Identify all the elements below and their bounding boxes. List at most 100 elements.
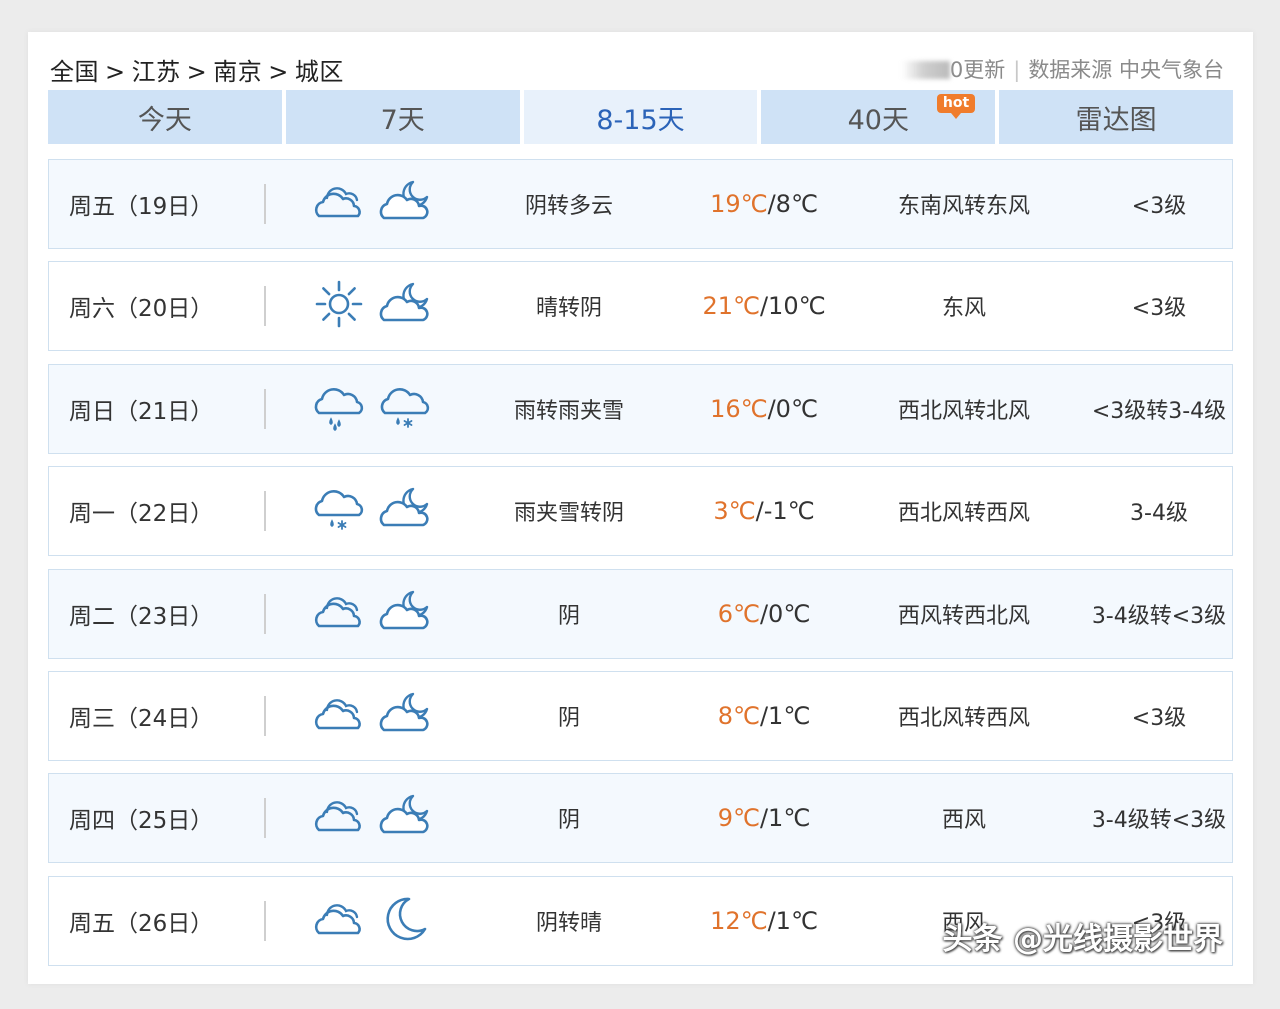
low-temp: 0℃ — [768, 599, 811, 628]
weather-description: 雨夹雪转阴 — [513, 501, 624, 527]
cloudy-icon — [313, 790, 365, 846]
wind-direction: 东南风转东风 — [897, 194, 1030, 219]
weather-icons — [313, 570, 433, 658]
meta-divider: | — [1013, 58, 1021, 82]
tab-1[interactable]: 7天 — [285, 90, 520, 144]
cloudy-icon — [313, 176, 365, 232]
forecast-row: 周六（20日） 晴转阴 21℃/10℃ 东风 <3级 — [48, 261, 1233, 352]
weather-icons — [313, 365, 433, 453]
low-temp: 10℃ — [768, 292, 826, 321]
breadcrumb-item-country[interactable]: 全国 — [50, 58, 99, 86]
weather-icons — [313, 467, 433, 555]
column-divider — [264, 491, 266, 532]
forecast-tabs: 今天 7天 8-15天 40天 hot 雷达图 — [48, 90, 1233, 144]
low-temp: 1℃ — [775, 906, 818, 935]
partly-cloudy-night-icon — [379, 790, 431, 846]
weather-panel: 全国 > 江苏 > 南京 > 城区 0更新 | 数据来源 中央气象台 今天 7天 8-15天 40天 h… — [28, 32, 1253, 984]
forecast-row: 周四（25日） 阴 9℃/1℃ 西风 3-4级转<3级 — [48, 773, 1233, 864]
rain-icon — [313, 381, 365, 437]
weather-icons — [313, 262, 433, 350]
weather-description: 阴转晴 — [535, 910, 602, 936]
temp-separator: / — [755, 497, 764, 526]
low-temp: 1℃ — [768, 701, 811, 730]
column-divider — [264, 184, 266, 224]
forecast-date: 周四（25日） — [69, 808, 214, 835]
breadcrumb-item-city[interactable]: 南京 — [213, 58, 262, 86]
wind-direction: 西北风转西风 — [897, 501, 1030, 527]
temp-separator: / — [759, 804, 769, 833]
wind-level: <3级转3-4级 — [1091, 398, 1227, 424]
temp-separator: / — [767, 394, 776, 423]
tab-0[interactable]: 今天 — [48, 90, 282, 144]
high-temp: 6℃ — [717, 599, 760, 628]
tab-label: 40天 — [847, 104, 909, 136]
update-meta: 0更新 | 数据来源 中央气象台 — [901, 54, 1224, 84]
wind-level: <3级 — [1131, 194, 1187, 219]
forecast-date: 周日（21日） — [69, 398, 214, 425]
high-temp: 9℃ — [717, 804, 760, 833]
breadcrumb-separator: > — [268, 58, 289, 86]
breadcrumb-separator: > — [186, 58, 208, 86]
wind-direction: 西风 — [941, 808, 986, 834]
temp-separator: / — [767, 906, 776, 935]
breadcrumb-item-province[interactable]: 江苏 — [132, 58, 181, 86]
sunny-icon — [313, 278, 365, 334]
column-divider — [264, 286, 266, 327]
forecast-row: 周二（23日） 阴 6℃/0℃ 西风转西北风 3-4级转<3级 — [48, 568, 1233, 659]
tab-2[interactable]: 8-15天 — [523, 90, 758, 144]
weather-description: 阴 — [557, 603, 580, 629]
temperature-range: 8℃/1℃ — [669, 672, 859, 760]
tab-4[interactable]: 雷达图 — [999, 90, 1233, 144]
weather-description: 晴转阴 — [535, 296, 602, 322]
high-temp: 21℃ — [702, 292, 760, 321]
cloudy-icon — [313, 586, 365, 642]
forecast-row: 周三（24日） 阴 8℃/1℃ 西北风转西风 <3级 — [48, 670, 1233, 761]
forecast-list: 周五（19日） 阴转多云 19℃/8℃ 东南风转东风 <3级 周六（20日） 晴… — [48, 159, 1233, 978]
tab-label: 今天 — [137, 104, 192, 136]
temperature-range: 3℃ / -1℃ — [669, 467, 859, 555]
update-time: 0更新 — [949, 58, 1006, 82]
breadcrumb: 全国 > 江苏 > 南京 > 城区 — [50, 52, 344, 87]
watermark: 头条 @光线摄影世界 — [942, 922, 1223, 957]
high-temp: 12℃ — [710, 906, 768, 935]
temp-separator: / — [759, 599, 769, 628]
forecast-date: 周五（19日） — [69, 194, 214, 220]
weather-icons — [313, 160, 433, 248]
temp-separator: / — [767, 190, 776, 218]
forecast-date: 周三（24日） — [69, 705, 214, 732]
weather-description: 阴 — [557, 808, 580, 834]
low-temp: 8℃ — [775, 190, 818, 218]
wind-level: 3-4级 — [1130, 501, 1188, 527]
weather-icons — [313, 672, 433, 760]
column-divider — [264, 900, 266, 941]
partly-cloudy-night-icon — [379, 278, 431, 334]
temp-separator: / — [759, 701, 769, 730]
partly-cloudy-night-icon — [379, 586, 431, 642]
source-label: 数据来源 — [1028, 58, 1113, 82]
wind-direction: 西北风转北风 — [897, 398, 1030, 424]
column-divider — [264, 798, 266, 839]
tab-3[interactable]: 40天 hot — [761, 90, 996, 144]
temperature-range: 19℃/8℃ — [669, 160, 859, 248]
weather-description: 阴 — [557, 705, 580, 731]
forecast-date: 周二（23日） — [69, 603, 214, 630]
partly-cloudy-night-icon — [379, 688, 431, 744]
forecast-date: 周一（22日） — [69, 501, 214, 528]
wind-level: <3级 — [1131, 705, 1187, 731]
partly-cloudy-night-icon — [379, 483, 431, 539]
temp-separator: / — [759, 292, 769, 321]
sleet-icon — [379, 381, 431, 437]
breadcrumb-separator: > — [105, 58, 126, 86]
wind-level: <3级 — [1131, 296, 1187, 322]
forecast-row: 周五（19日） 阴转多云 19℃/8℃ 东南风转东风 <3级 — [48, 159, 1233, 249]
forecast-date: 周五（26日） — [69, 910, 214, 937]
high-temp: 16℃ — [710, 394, 768, 423]
temperature-range: 16℃/0℃ — [669, 365, 859, 453]
wind-level: 3-4级转<3级 — [1091, 603, 1227, 629]
wind-level: 3-4级转<3级 — [1091, 808, 1227, 834]
moon-icon — [379, 893, 431, 949]
high-temp: 3℃ — [713, 497, 756, 526]
forecast-row: 周日（21日） 雨转雨夹雪 16℃/0℃ 西北风转北风 <3级转3-4级 — [48, 363, 1233, 454]
low-temp: -1℃ — [763, 497, 815, 526]
partly-cloudy-night-icon — [379, 176, 431, 232]
